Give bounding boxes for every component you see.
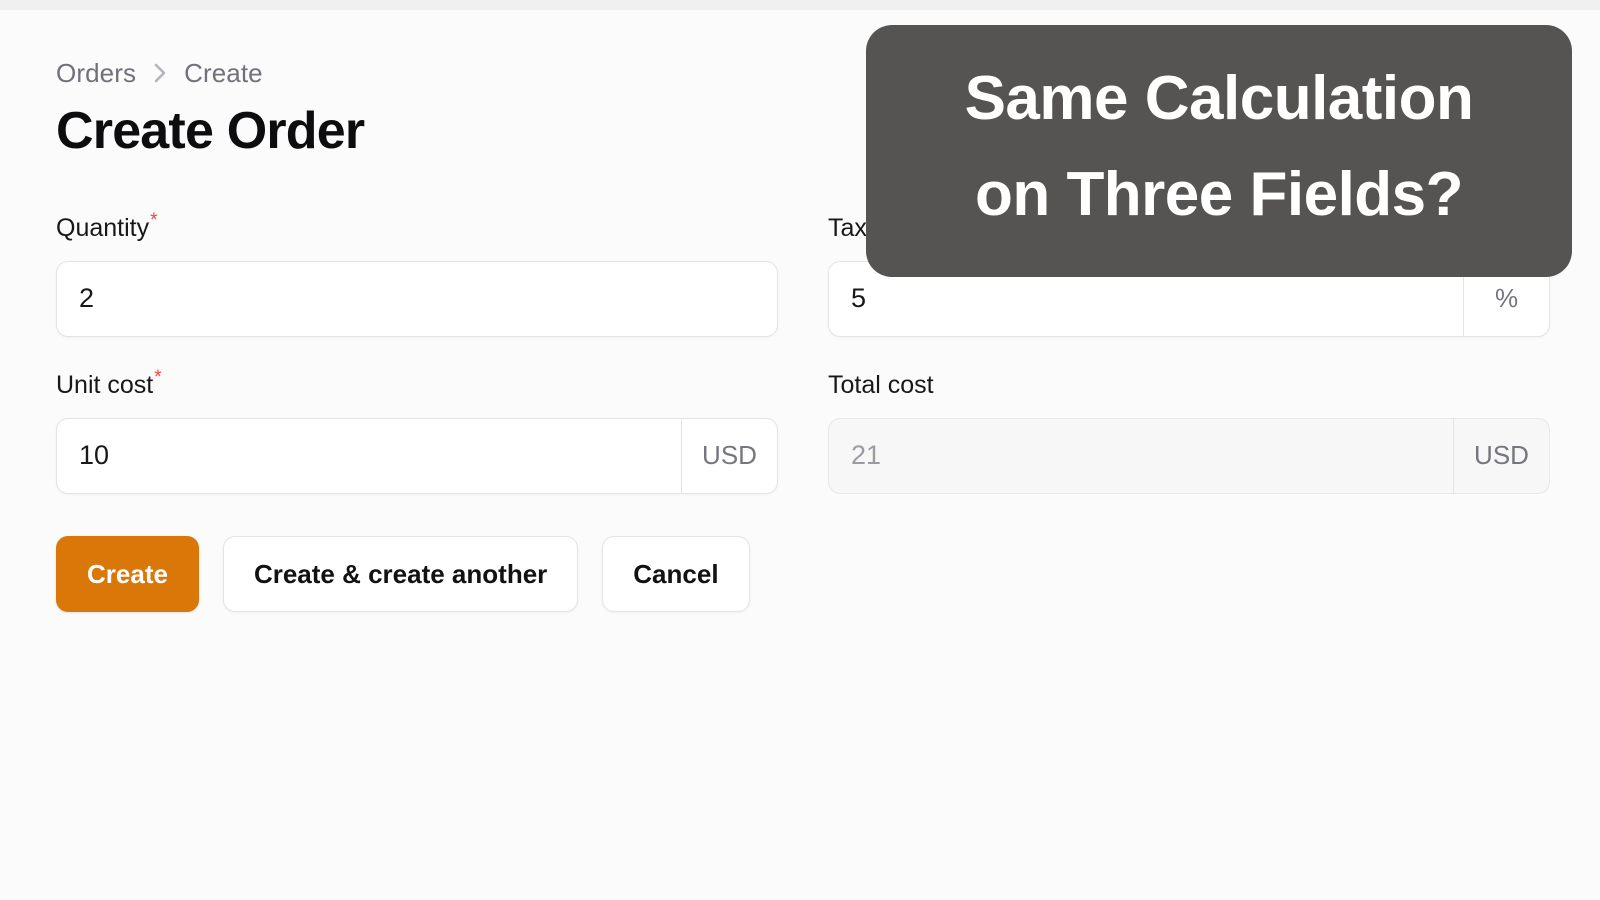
callout-line-2: on Three Fields? bbox=[974, 160, 1464, 230]
required-asterisk: * bbox=[154, 367, 162, 389]
label-quantity: Quantity* bbox=[56, 211, 778, 242]
field-unit-cost: Unit cost* USD bbox=[56, 368, 778, 494]
chevron-right-icon bbox=[150, 60, 170, 86]
label-total-cost-text: Total cost bbox=[828, 370, 934, 399]
cancel-button[interactable]: Cancel bbox=[602, 535, 750, 612]
total-cost-suffix-currency: USD bbox=[1453, 418, 1549, 493]
input-wrap-unit-cost[interactable]: USD bbox=[56, 417, 778, 494]
callout-line-1: Same Calculation bbox=[964, 64, 1474, 133]
quantity-input[interactable] bbox=[57, 261, 777, 336]
unit-cost-suffix-currency: USD bbox=[681, 418, 777, 493]
breadcrumb-item-orders[interactable]: Orders bbox=[56, 60, 136, 86]
label-tax-text: Tax bbox=[828, 213, 867, 242]
breadcrumb-item-create[interactable]: Create bbox=[184, 60, 263, 86]
total-cost-input bbox=[829, 418, 1453, 493]
annotation-callout: Same Calculation on Three Fields? bbox=[866, 25, 1572, 278]
label-unit-cost-text: Unit cost bbox=[56, 370, 154, 399]
form-actions: Create Create & create another Cancel bbox=[56, 535, 1600, 612]
label-unit-cost: Unit cost* bbox=[56, 368, 778, 399]
label-total-cost: Total cost bbox=[828, 370, 1550, 399]
required-asterisk: * bbox=[150, 210, 158, 232]
label-quantity-text: Quantity bbox=[56, 213, 150, 242]
input-wrap-quantity[interactable] bbox=[56, 260, 778, 337]
field-total-cost: Total cost USD bbox=[828, 370, 1550, 494]
unit-cost-input[interactable] bbox=[57, 418, 681, 493]
create-button[interactable]: Create bbox=[56, 535, 199, 612]
input-wrap-total-cost: USD bbox=[828, 417, 1550, 494]
create-and-create-another-button[interactable]: Create & create another bbox=[222, 535, 579, 612]
field-quantity: Quantity* bbox=[56, 211, 778, 337]
